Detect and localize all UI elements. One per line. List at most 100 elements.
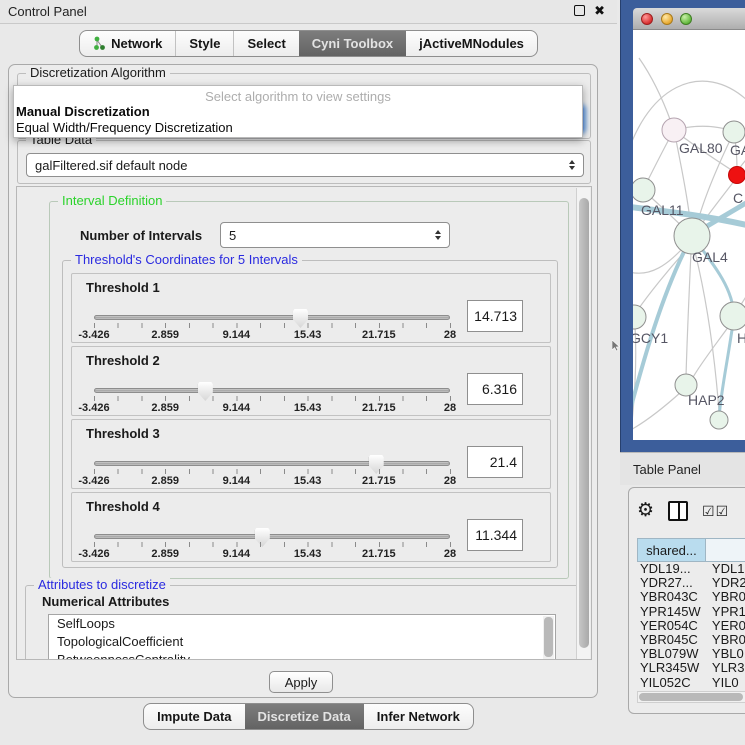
threshold-panel-4: Threshold 4 -3.4262.8599.14415.4321.7152… <box>71 492 551 562</box>
settings-scroll-area: Interval Definition Number of Intervals … <box>16 186 592 660</box>
gear-icon[interactable]: ⚙ <box>637 501 654 521</box>
table-panel-header: Table Panel <box>620 452 745 485</box>
node-clipped-right[interactable] <box>720 302 745 330</box>
slider-tick-labels: -3.4262.8599.14415.4321.71528 <box>94 548 451 560</box>
tick-label: 2.859 <box>151 475 179 487</box>
network-view-window: GAL80 GA C GAL11 GAL4 GCY1 H HAP2 <box>620 0 745 452</box>
slider-ticks <box>94 469 451 474</box>
select-columns-checkboxes-icon[interactable]: ☑☑ <box>702 503 729 520</box>
table-row[interactable]: YPR145WYPR1 <box>637 605 745 619</box>
tab-select[interactable]: Select <box>233 31 298 56</box>
threshold-panel-2: Threshold 2 -3.4262.8599.14415.4321.7152… <box>71 346 551 416</box>
list-item[interactable]: TopologicalCoefficient <box>49 633 555 651</box>
node-selected-red[interactable] <box>729 167 745 184</box>
num-intervals-combobox[interactable]: 5 <box>220 222 450 248</box>
tab-network[interactable]: Network <box>80 31 175 56</box>
slider-ticks <box>94 542 451 547</box>
top-tab-row: Network Style Select Cyni Toolbox jActiv… <box>0 30 617 57</box>
table-data-combobox[interactable]: galFiltered.sif default node <box>26 153 584 177</box>
minimize-traffic-light-icon[interactable] <box>661 13 673 25</box>
tick-label: 28 <box>444 329 456 341</box>
popup-option-manual[interactable]: Manual Discretization <box>14 104 582 120</box>
threshold-1-slider[interactable] <box>94 315 450 320</box>
num-intervals-label: Number of Intervals <box>80 228 202 243</box>
node-label-clipped: GA <box>730 142 745 158</box>
threshold-panel-1: Threshold 1 -3.4262.8599.14415.4321.7152… <box>71 273 551 343</box>
node-label: HAP2 <box>688 392 725 408</box>
panel-title: Control Panel <box>8 4 87 19</box>
columns-icon[interactable] <box>668 501 688 521</box>
table-row[interactable]: YBR043CYBR0 <box>637 590 745 604</box>
table-horizontal-scrollbar[interactable] <box>637 691 745 703</box>
threshold-3-value-field[interactable]: 21.4 <box>467 446 523 478</box>
table-row[interactable]: YBR045CYBR0 <box>637 633 745 647</box>
threshold-2-label: Threshold 2 <box>86 353 160 368</box>
node-gal80[interactable] <box>662 118 686 142</box>
threshold-3-slider[interactable] <box>94 461 450 466</box>
mouse-cursor <box>612 340 621 352</box>
column-header-shared[interactable]: shared... <box>637 538 706 562</box>
combo-stepper-icon <box>435 230 441 240</box>
table-row[interactable]: YER054CYER0 <box>637 619 745 633</box>
algorithm-group-title: Discretization Algorithm <box>26 66 170 80</box>
slider-tick-labels: -3.4262.8599.14415.4321.71528 <box>94 475 451 487</box>
tab-cyni-toolbox[interactable]: Cyni Toolbox <box>299 31 406 56</box>
list-scrollbar[interactable] <box>543 616 554 660</box>
close-icon[interactable]: ✖ <box>594 5 605 16</box>
tick-label: 2.859 <box>151 402 179 414</box>
node-gal11[interactable] <box>633 178 655 202</box>
node-label: GCY1 <box>633 330 668 346</box>
tick-label: 9.144 <box>223 329 251 341</box>
table-header-row: shared... na <box>637 538 745 562</box>
tick-label: -3.426 <box>78 548 109 560</box>
tab-infer-network[interactable]: Infer Network <box>364 704 473 729</box>
interval-definition-group: Interval Definition Number of Intervals … <box>49 201 569 579</box>
tick-label: -3.426 <box>78 475 109 487</box>
popup-placeholder: Select algorithm to view settings <box>14 86 582 104</box>
threshold-2-slider[interactable] <box>94 388 450 393</box>
threshold-1-value-field[interactable]: 14.713 <box>467 300 523 332</box>
threshold-2-value-field[interactable]: 6.316 <box>467 373 523 405</box>
threshold-4-value-field[interactable]: 11.344 <box>467 519 523 551</box>
table-row[interactable]: YBL079WYBL0 <box>637 647 745 661</box>
table-row[interactable]: YDR27...YDR2 <box>637 576 745 590</box>
tab-impute-data[interactable]: Impute Data <box>144 704 244 729</box>
float-window-icon[interactable] <box>574 5 585 16</box>
attributes-group: Attributes to discretize Numerical Attri… <box>25 585 589 660</box>
popup-option-equal-width[interactable]: Equal Width/Frequency Discretization <box>14 120 582 136</box>
attributes-group-title: Attributes to discretize <box>34 578 170 592</box>
table-data-value: galFiltered.sif default node <box>35 158 187 173</box>
list-item[interactable]: BetweennessCentrality <box>49 651 555 660</box>
table-row[interactable]: YIL052CYIL0 <box>637 676 745 687</box>
table-row[interactable]: YDL19...YDL1 <box>637 562 745 576</box>
settings-scrollbar[interactable] <box>576 188 590 660</box>
network-icon <box>93 36 106 51</box>
tab-jactivemnodules[interactable]: jActiveMNodules <box>406 31 537 56</box>
list-item[interactable]: SelfLoops <box>49 615 555 633</box>
tick-label: -3.426 <box>78 329 109 341</box>
table-row[interactable]: YLR345WYLR3 <box>637 661 745 675</box>
tab-style[interactable]: Style <box>175 31 233 56</box>
tab-discretize-data[interactable]: Discretize Data <box>245 704 364 729</box>
slider-tick-labels: -3.4262.8599.14415.4321.71528 <box>94 402 451 414</box>
num-intervals-value: 5 <box>229 228 236 243</box>
tick-label: 15.43 <box>294 329 322 341</box>
node-bottom[interactable] <box>710 411 728 429</box>
bottom-tab-group: Impute Data Discretize Data Infer Networ… <box>143 703 474 730</box>
tick-label: 15.43 <box>294 402 322 414</box>
threshold-4-slider[interactable] <box>94 534 450 539</box>
close-traffic-light-icon[interactable] <box>641 13 653 25</box>
apply-button[interactable]: Apply <box>269 671 333 693</box>
node-gcy1[interactable] <box>633 305 646 329</box>
tick-label: 9.144 <box>223 548 251 560</box>
network-canvas[interactable]: GAL80 GA C GAL11 GAL4 GCY1 H HAP2 <box>633 30 745 440</box>
algorithm-dropdown-popup: Select algorithm to view settings Manual… <box>13 85 583 138</box>
node-label: GAL80 <box>679 140 723 156</box>
zoom-traffic-light-icon[interactable] <box>680 13 692 25</box>
tick-label: 28 <box>444 402 456 414</box>
thresholds-group: Threshold's Coordinates for 5 Intervals … <box>62 260 558 568</box>
column-header-name[interactable]: na <box>706 538 745 562</box>
slider-ticks <box>94 396 451 401</box>
combo-stepper-icon <box>569 160 575 170</box>
node-clipped-top-right[interactable] <box>723 121 745 143</box>
